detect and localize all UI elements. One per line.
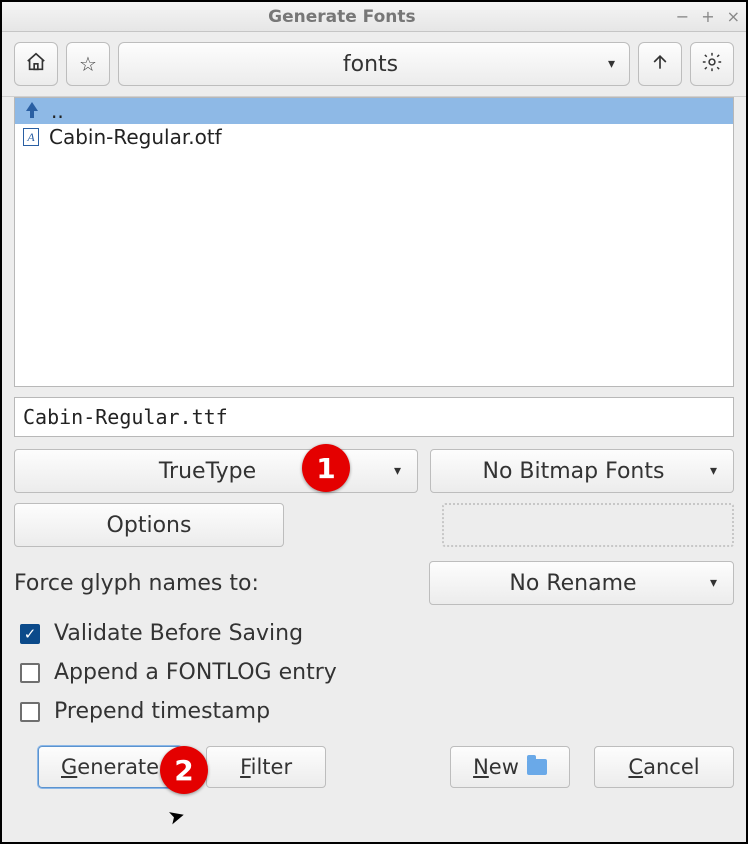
chevron-down-icon: ▾ <box>710 575 717 591</box>
mouse-cursor-icon: ➤ <box>165 802 187 830</box>
chevron-down-icon: ▾ <box>710 463 717 479</box>
file-row[interactable]: A Cabin-Regular.otf <box>15 124 733 150</box>
options-label: Options <box>107 513 192 538</box>
glyph-rename-label: Force glyph names to: <box>14 571 417 596</box>
file-name: .. <box>51 99 64 123</box>
font-format-label: TrueType <box>31 459 384 484</box>
window-title: Generate Fonts <box>8 7 676 27</box>
path-label: fonts <box>133 52 608 77</box>
filter-button[interactable]: Filter <box>206 746 326 788</box>
button-label: Generate <box>61 755 159 779</box>
checkbox-icon <box>20 663 40 683</box>
folder-icon <box>527 759 547 775</box>
filename-input[interactable] <box>14 397 734 437</box>
font-file-icon: A <box>23 128 39 146</box>
up-arrow-icon <box>650 52 670 77</box>
bitmap-options-placeholder <box>442 503 734 547</box>
checkbox-label: Validate Before Saving <box>54 621 303 646</box>
new-button[interactable]: New <box>450 746 570 788</box>
checkbox-icon <box>20 702 40 722</box>
file-name: Cabin-Regular.otf <box>49 125 222 149</box>
file-list[interactable]: .. A Cabin-Regular.otf <box>14 97 734 387</box>
checkbox-label: Append a FONTLOG entry <box>54 660 337 685</box>
file-row-up[interactable]: .. <box>15 98 733 124</box>
bitmap-format-select[interactable]: No Bitmap Fonts ▾ <box>430 449 734 493</box>
generate-button[interactable]: Generate <box>38 746 182 788</box>
checkbox-group: ✓ Validate Before Saving Append a FONTLO… <box>20 621 734 724</box>
close-button[interactable]: × <box>727 7 740 26</box>
chevron-down-icon: ▾ <box>608 56 615 72</box>
append-fontlog-checkbox[interactable]: Append a FONTLOG entry <box>20 660 734 685</box>
gear-icon <box>701 51 723 78</box>
titlebar: Generate Fonts − + × <box>2 2 746 32</box>
options-button[interactable]: Options <box>14 503 284 547</box>
settings-button[interactable] <box>690 42 734 86</box>
button-label: Cancel <box>628 755 699 779</box>
star-icon: ☆ <box>79 52 97 76</box>
validate-before-saving-checkbox[interactable]: ✓ Validate Before Saving <box>20 621 734 646</box>
maximize-button[interactable]: + <box>701 7 714 26</box>
button-label: Filter <box>240 755 292 779</box>
glyph-rename-select[interactable]: No Rename ▾ <box>429 561 734 605</box>
cancel-button[interactable]: Cancel <box>594 746 734 788</box>
checkbox-icon: ✓ <box>20 624 40 644</box>
path-dropdown[interactable]: fonts ▾ <box>118 42 630 86</box>
chevron-down-icon: ▾ <box>394 463 401 479</box>
parent-dir-button[interactable] <box>638 42 682 86</box>
up-icon <box>23 102 41 120</box>
checkbox-label: Prepend timestamp <box>54 699 270 724</box>
glyph-rename-value: No Rename <box>446 571 700 596</box>
home-button[interactable] <box>14 42 58 86</box>
button-label: New <box>473 755 519 779</box>
minimize-button[interactable]: − <box>676 7 689 26</box>
font-format-select[interactable]: TrueType ▾ <box>14 449 418 493</box>
bookmark-button[interactable]: ☆ <box>66 42 110 86</box>
bitmap-format-label: No Bitmap Fonts <box>447 459 700 484</box>
home-icon <box>25 51 47 78</box>
toolbar: ☆ fonts ▾ <box>2 32 746 97</box>
prepend-timestamp-checkbox[interactable]: Prepend timestamp <box>20 699 734 724</box>
